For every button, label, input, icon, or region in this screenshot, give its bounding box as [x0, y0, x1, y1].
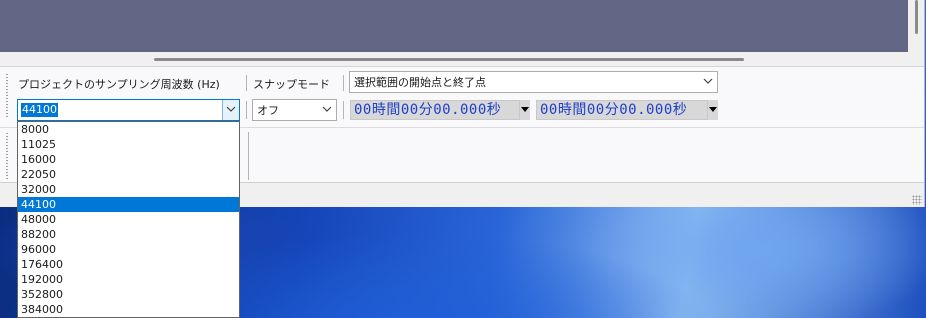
- sample-rate-combo[interactable]: 44100: [17, 99, 240, 121]
- list-item[interactable]: 22050: [18, 167, 239, 182]
- chevron-down-icon: [703, 78, 713, 84]
- list-item[interactable]: 11025: [18, 137, 239, 152]
- horizontal-scrollbar-thumb[interactable]: [154, 58, 744, 61]
- sample-rate-dropdown-button[interactable]: [222, 100, 239, 120]
- triangle-down-icon[interactable]: [708, 100, 718, 120]
- triangle-down-icon[interactable]: [520, 100, 530, 120]
- list-item[interactable]: 88200: [18, 227, 239, 242]
- selection-end-time[interactable]: 00時間00分00.000秒: [536, 100, 708, 120]
- list-item[interactable]: 16000: [18, 152, 239, 167]
- snap-mode-value: オフ: [257, 104, 279, 117]
- snap-mode-label: スナップモード: [253, 78, 330, 91]
- list-item[interactable]: 384000: [18, 302, 239, 317]
- chevron-down-icon: [226, 106, 236, 112]
- separator: [246, 101, 247, 119]
- screen: プロジェクトのサンプリング周波数 (Hz) スナップモード 選択範囲の開始点と終…: [0, 0, 926, 318]
- separator: [246, 75, 247, 91]
- list-item[interactable]: 352800: [18, 287, 239, 302]
- snap-mode-combo[interactable]: オフ: [252, 99, 337, 121]
- chevron-down-icon: [322, 106, 332, 112]
- sample-rate-value: 44100: [21, 103, 58, 117]
- track-area[interactable]: [0, 0, 908, 52]
- selection-mode-combo[interactable]: 選択範囲の開始点と終了点: [349, 71, 718, 93]
- separator: [343, 101, 344, 119]
- list-item[interactable]: 8000: [18, 122, 239, 137]
- vertical-scrollbar-thumb[interactable]: [915, 0, 918, 34]
- list-item-selected[interactable]: 44100: [18, 197, 239, 212]
- list-item[interactable]: 96000: [18, 242, 239, 257]
- toolbar-grip-icon[interactable]: [5, 132, 9, 180]
- resize-grip-icon[interactable]: [912, 195, 922, 205]
- sample-rate-label: プロジェクトのサンプリング周波数 (Hz): [18, 78, 220, 91]
- separator: [248, 132, 249, 180]
- list-item[interactable]: 176400: [18, 257, 239, 272]
- separator: [343, 75, 344, 91]
- list-item[interactable]: 32000: [18, 182, 239, 197]
- selection-start-time[interactable]: 00時間00分00.000秒: [350, 100, 520, 120]
- list-item[interactable]: 48000: [18, 212, 239, 227]
- horizontal-scrollbar[interactable]: [0, 52, 910, 66]
- selection-mode-value: 選択範囲の開始点と終了点: [354, 76, 486, 89]
- list-item[interactable]: 192000: [18, 272, 239, 287]
- toolbar-grip-icon[interactable]: [5, 73, 9, 119]
- vertical-scrollbar[interactable]: [910, 0, 924, 52]
- sample-rate-dropdown-list[interactable]: 8000 11025 16000 22050 32000 44100 48000…: [17, 121, 240, 318]
